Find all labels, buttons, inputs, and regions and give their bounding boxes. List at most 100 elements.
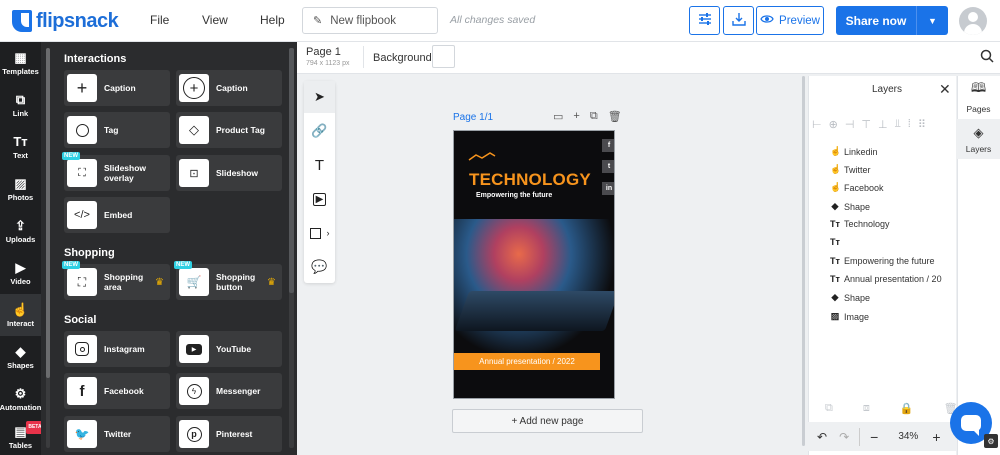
video-tool[interactable]: ▶ <box>304 183 335 215</box>
tile-messenger[interactable]: ϟ Messenger <box>176 373 282 409</box>
text-tool[interactable]: T <box>304 149 335 181</box>
flipbook-page[interactable]: TECHNOLOGY Empowering the future f t in … <box>453 130 615 399</box>
rail-item-automation[interactable]: ⚙ Automation <box>0 378 41 420</box>
preview-button[interactable]: Preview <box>756 6 824 35</box>
link-tool[interactable]: 🔗 <box>304 115 335 147</box>
laptop-base-shape <box>454 291 614 331</box>
page-heading[interactable]: TECHNOLOGY <box>469 170 591 190</box>
tile-slideshow[interactable]: ⊡ Slideshow <box>176 155 282 191</box>
layer-item[interactable]: ☝ Twitter <box>830 164 871 175</box>
rail-scrollbar-thumb[interactable] <box>46 48 50 378</box>
duplicate-icon[interactable]: ⧉ <box>825 402 833 415</box>
trash-icon[interactable]: 🗑 <box>608 110 622 123</box>
add-icon[interactable]: + <box>573 110 579 123</box>
facebook-icon[interactable]: f <box>602 139 614 152</box>
align-tools: ⊢ ⊕ ⊣ ⊤ ⊥ ⫫ ⁞ ⠿ <box>812 118 926 131</box>
duplicate-icon[interactable]: ⧉ <box>590 110 598 123</box>
comment-tool[interactable]: 💬 <box>304 251 335 283</box>
page-name[interactable]: Page 1 <box>306 46 341 58</box>
layer-item[interactable]: ◆ Shape <box>830 292 871 303</box>
tile-pinterest[interactable]: p Pinterest <box>176 416 282 452</box>
section-title-social: Social <box>64 314 97 326</box>
rail-item-link[interactable]: ⧉ Link <box>0 84 41 126</box>
rail-item-text[interactable]: Tт Text <box>0 126 41 168</box>
flipsnack-logo-icon <box>12 10 32 32</box>
laptop-photo[interactable] <box>454 219 614 359</box>
rail-item-interact[interactable]: ☝ Interact <box>0 294 41 336</box>
layer-item[interactable]: Tт Technology <box>830 219 890 229</box>
rail-item-shapes[interactable]: ◆ Shapes <box>0 336 41 378</box>
layer-item[interactable]: ▨ Image <box>830 311 869 322</box>
tile-instagram[interactable]: Instagram <box>64 331 170 367</box>
layer-item[interactable]: ☝ Facebook <box>830 182 884 193</box>
avatar[interactable] <box>959 7 987 35</box>
tab-pages[interactable]: 🕮 Pages <box>957 76 1000 116</box>
background-color-swatch[interactable] <box>432 45 455 68</box>
flipbook-title-field[interactable]: ✎ New flipbook <box>302 7 438 34</box>
tile-facebook[interactable]: f Facebook <box>64 373 170 409</box>
zoom-out-button[interactable]: − <box>870 429 878 445</box>
logo[interactable]: flipsnack <box>12 8 119 34</box>
add-page-button[interactable]: + Add new page <box>452 409 643 433</box>
linkedin-icon[interactable]: in <box>602 182 614 195</box>
distribute-icon[interactable]: ⁞ <box>908 118 911 131</box>
align-right-icon[interactable]: ⊣ <box>845 118 855 131</box>
settings-sliders-button[interactable] <box>689 6 720 35</box>
select-tool[interactable]: ➤ <box>304 81 335 113</box>
layer-item[interactable]: Tт <box>830 237 844 247</box>
save-status: All changes saved <box>450 14 536 26</box>
rail-item-photos[interactable]: ▨ Photos <box>0 168 41 210</box>
trend-line-icon[interactable] <box>468 152 496 162</box>
rail-item-video[interactable]: ▶ Video <box>0 252 41 294</box>
menu-help[interactable]: Help <box>260 13 285 27</box>
group-icon[interactable]: ⧈ <box>863 402 870 415</box>
layer-item[interactable]: Tт Annual presentation / 20 <box>830 274 942 284</box>
align-bottom-icon[interactable]: ⫫ <box>895 118 901 131</box>
align-top-icon[interactable]: ⊤ <box>861 118 871 131</box>
tile-caption[interactable]: + Caption <box>64 70 170 106</box>
lock-icon[interactable]: 🔒 <box>900 402 914 415</box>
align-center-icon[interactable]: ⊕ <box>829 118 838 131</box>
page-subheading[interactable]: Empowering the future <box>476 192 552 199</box>
align-middle-icon[interactable]: ⊥ <box>878 118 888 131</box>
grid-icon[interactable]: ⠿ <box>918 118 926 131</box>
shape-tool[interactable]: › <box>304 217 335 249</box>
zoom-value[interactable]: 34% <box>898 431 918 442</box>
menu-file[interactable]: File <box>150 13 169 27</box>
align-left-icon[interactable]: ⊢ <box>812 118 822 131</box>
tile-slideshow-overlay[interactable]: NEW ⛶ Slideshow overlay <box>62 152 170 191</box>
comment-icon[interactable]: ▭ <box>553 110 563 123</box>
layer-item[interactable]: ☝ Linkedin <box>830 146 878 157</box>
share-button[interactable]: Share now ▼ <box>836 6 948 35</box>
tile-youtube[interactable]: ▶ YouTube <box>176 331 282 367</box>
tab-layers[interactable]: ◈ Layers <box>957 119 1000 159</box>
rail-item-tables[interactable]: ▤ BETA Tables <box>0 420 44 455</box>
chevron-down-icon[interactable]: ▼ <box>917 16 948 26</box>
menu-view[interactable]: View <box>202 13 228 27</box>
tile-tag[interactable]: Tag <box>64 112 170 148</box>
panel-scrollbar-thumb[interactable] <box>289 48 294 293</box>
close-icon[interactable]: ✕ <box>939 81 951 98</box>
tile-caption-circle[interactable]: + Caption <box>176 70 282 106</box>
extension-icon[interactable]: ⚙ <box>984 434 998 448</box>
tile-twitter[interactable]: 🐦 Twitter <box>64 416 170 452</box>
search-icon[interactable] <box>980 49 994 66</box>
page-footer-banner[interactable]: Annual presentation / 2022 <box>454 353 600 370</box>
canvas-scrollbar[interactable] <box>802 76 805 446</box>
tile-product-tag[interactable]: ◇ Product Tag <box>176 112 282 148</box>
rail-item-uploads[interactable]: ⇪ Uploads <box>0 210 41 252</box>
layer-item[interactable]: ◆ Shape <box>830 201 871 212</box>
tile-embed[interactable]: </> Embed <box>64 197 170 233</box>
text-icon: Tт <box>830 219 840 229</box>
download-button[interactable] <box>723 6 754 35</box>
background-label: Background <box>373 52 432 64</box>
zoom-in-button[interactable]: + <box>932 429 940 445</box>
twitter-icon[interactable]: t <box>602 160 614 173</box>
undo-icon[interactable]: ↶ <box>817 430 827 444</box>
tile-shopping-area[interactable]: NEW ⛶ Shopping area ♛ <box>62 261 170 300</box>
rail-item-templates[interactable]: ▦ Templates <box>0 42 41 84</box>
layer-item[interactable]: Tт Empowering the future <box>830 256 935 266</box>
tile-shopping-button[interactable]: NEW 🛒 Shopping button ♛ <box>174 261 282 300</box>
preview-label: Preview <box>779 14 820 27</box>
redo-icon[interactable]: ↷ <box>839 430 849 444</box>
